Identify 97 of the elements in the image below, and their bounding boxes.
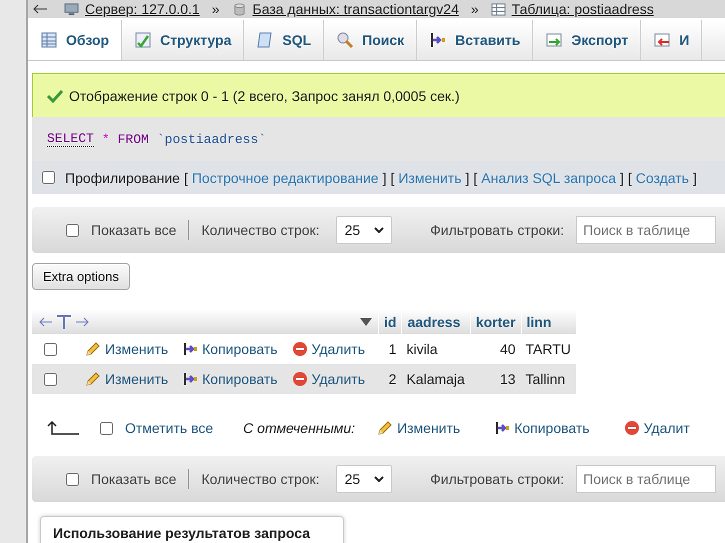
column-header[interactable]: aadress xyxy=(401,309,470,334)
row-checkbox[interactable] xyxy=(44,342,57,356)
with-selected-label: С отмеченными: xyxy=(243,420,356,436)
bracket-text: ] xyxy=(692,170,697,186)
table-icon xyxy=(490,2,506,16)
browse-tab-icon xyxy=(40,31,58,49)
corner-arrow-icon xyxy=(46,420,80,436)
rows-count-select[interactable]: 25 xyxy=(336,465,392,493)
tab[interactable]: SQL xyxy=(244,20,324,60)
profiling-checkbox[interactable] xyxy=(42,171,55,184)
tab[interactable]: Обзор xyxy=(28,20,122,60)
tab[interactable]: Экспорт xyxy=(533,20,642,60)
server-icon xyxy=(64,2,79,16)
row-action-link[interactable]: Копировать xyxy=(182,341,278,357)
table-cell-text: TARTU xyxy=(524,340,572,359)
checkmark-icon xyxy=(47,88,63,102)
query-link[interactable]: Анализ SQL запроса xyxy=(481,170,616,186)
breadcrumb-separator: » xyxy=(212,1,220,17)
sql-token: SELECT xyxy=(47,131,94,147)
bracket-text: ] xyxy=(466,170,470,186)
chevron-down-icon xyxy=(374,227,384,233)
pencil-icon xyxy=(377,420,394,436)
show-all-label: Показать все xyxy=(91,471,176,487)
row-action-link[interactable]: Удалить xyxy=(292,341,365,357)
row-action-link[interactable]: Изменить xyxy=(85,371,168,387)
tab[interactable]: Структура xyxy=(122,20,244,60)
bulk-action-link[interactable]: Копировать xyxy=(494,420,590,436)
extra-options-button[interactable]: Extra options xyxy=(32,263,130,290)
row-checkbox[interactable] xyxy=(44,372,57,386)
export-tab-icon xyxy=(545,31,564,49)
show-all-checkbox[interactable] xyxy=(66,224,79,236)
import-tab-icon xyxy=(653,31,672,49)
table-cell: Kalamaja xyxy=(401,364,470,394)
tab[interactable]: Поиск xyxy=(324,20,418,60)
row-action-link[interactable]: Удалить xyxy=(292,371,365,387)
table-cell: Tallinn xyxy=(520,364,576,394)
column-resize-arrows-icon[interactable] xyxy=(38,314,90,330)
profiling-label: Профилирование xyxy=(65,170,180,186)
row-action-link[interactable]: Копировать xyxy=(182,371,278,387)
sql-token: `postiaadress` xyxy=(156,132,266,146)
rows-count-label: Количество строк: xyxy=(201,222,320,238)
breadcrumb-link[interactable]: База данных: transactiontargv24 xyxy=(252,1,459,17)
rows-count-label: Количество строк: xyxy=(201,471,320,487)
bracket-text: [ xyxy=(390,170,394,186)
column-header[interactable]: linn xyxy=(520,309,576,334)
row-action-link[interactable]: Изменить xyxy=(85,341,168,357)
column-header[interactable]: korter xyxy=(470,309,521,334)
bracket-text: ] xyxy=(620,170,624,186)
insert-row-icon xyxy=(182,371,198,387)
bracket-text: ] xyxy=(382,170,386,186)
show-all-label: Показать все xyxy=(91,222,176,238)
panel-title: Использование результатов запроса xyxy=(53,525,310,541)
search-tab-icon xyxy=(336,31,354,49)
sort-dropdown-icon[interactable] xyxy=(359,318,373,326)
tab[interactable]: И xyxy=(641,20,702,60)
rows-count-select[interactable]: 25 xyxy=(336,216,392,244)
column-header[interactable]: id xyxy=(378,309,402,334)
check-all-checkbox[interactable] xyxy=(100,422,113,434)
query-link[interactable]: Построчное редактирование xyxy=(192,170,379,186)
insert-row-icon xyxy=(494,420,510,436)
table-cell-text: kivila xyxy=(405,340,439,359)
insert-row-icon xyxy=(182,341,198,357)
bulk-action-link[interactable]: Удалит xyxy=(624,420,690,436)
bracket-text: [ xyxy=(628,170,632,186)
breadcrumb-link[interactable]: Сервер: 127.0.0.1 xyxy=(85,1,200,17)
delete-icon xyxy=(624,420,640,436)
sql-token: FROM xyxy=(118,132,149,146)
success-message: Отображение строк 0 - 1 (2 всего, Запрос занял 0,0005 сек.) xyxy=(32,73,725,117)
back-arrow-icon[interactable] xyxy=(32,4,48,14)
sql-token: * xyxy=(102,132,110,146)
bracket-text: [ xyxy=(184,170,188,186)
tab[interactable]: Вставить xyxy=(417,20,534,60)
chevron-down-icon xyxy=(374,476,384,482)
show-all-checkbox[interactable] xyxy=(66,472,79,486)
sql-tab-icon xyxy=(256,31,274,49)
table-cell: 13 xyxy=(470,364,521,394)
table-cell: 2 xyxy=(378,364,402,394)
table-cell-text: 1 xyxy=(388,340,398,359)
delete-icon xyxy=(292,341,308,357)
filter-rows-field[interactable]: Поиск в таблице xyxy=(576,465,716,493)
bulk-action-link[interactable]: Изменить xyxy=(377,420,460,436)
query-link[interactable]: Изменить xyxy=(398,170,462,186)
delete-icon xyxy=(292,371,308,387)
breadcrumb-separator: » xyxy=(470,1,479,17)
bracket-text: [ xyxy=(473,170,478,186)
structure-tab-icon xyxy=(134,31,152,49)
insert-tab-icon xyxy=(429,31,448,49)
check-all-link[interactable]: Отметить все xyxy=(125,420,214,436)
filter-rows-label: Фильтровать строки: xyxy=(430,222,564,238)
table-cell-text: 40 xyxy=(498,340,517,359)
pencil-icon xyxy=(85,341,101,357)
database-icon xyxy=(232,2,246,16)
filter-rows-field[interactable]: Поиск в таблице xyxy=(576,216,716,244)
pencil-icon xyxy=(85,371,101,387)
filter-rows-label: Фильтровать строки: xyxy=(430,471,564,487)
breadcrumb-link[interactable]: Таблица: postiaadress xyxy=(512,1,654,17)
query-link[interactable]: Создать xyxy=(636,170,689,186)
